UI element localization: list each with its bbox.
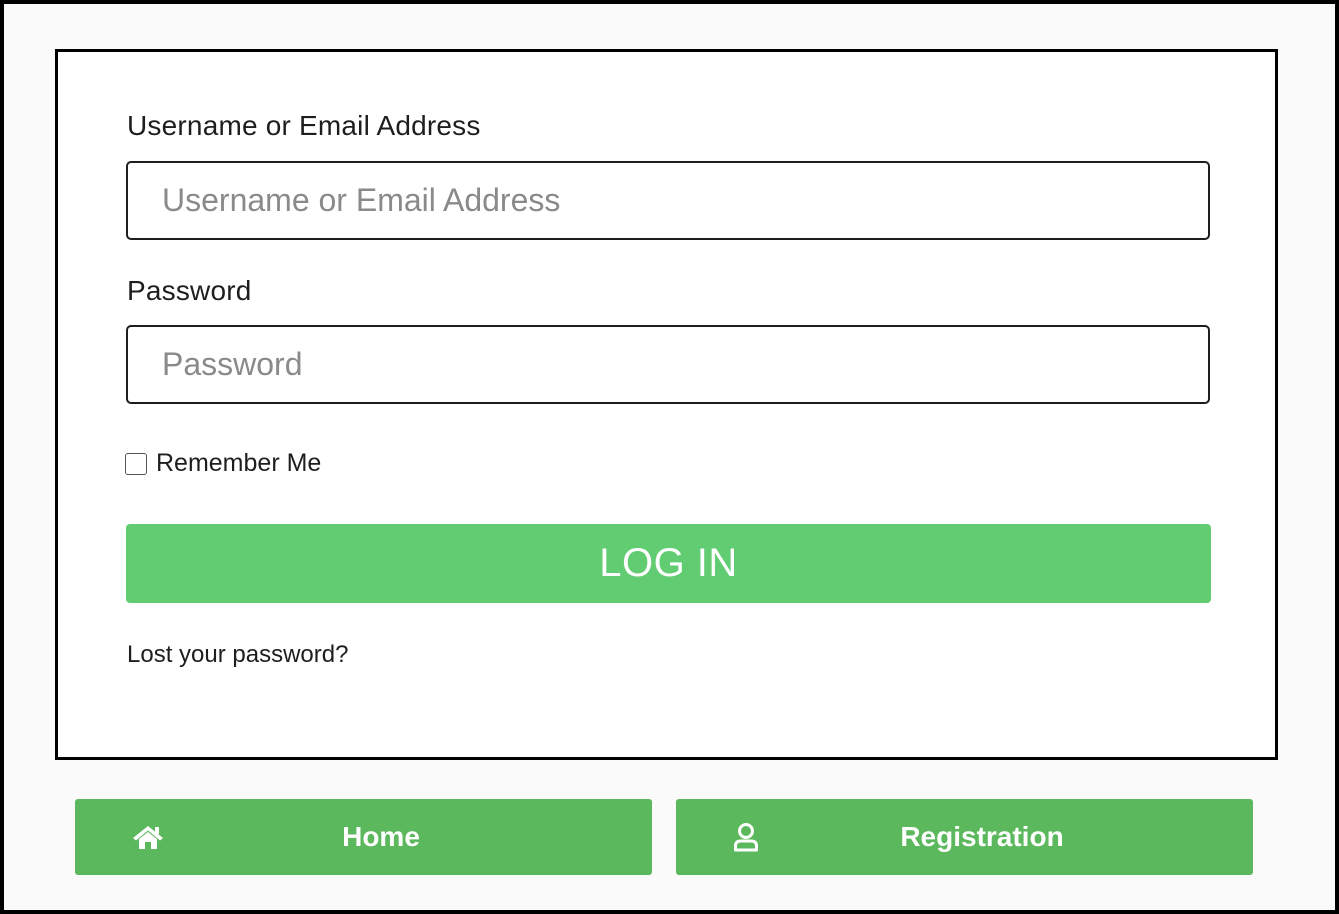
password-input[interactable] xyxy=(126,325,1210,404)
user-icon xyxy=(733,822,759,852)
username-label: Username or Email Address xyxy=(127,110,481,141)
username-input[interactable] xyxy=(126,161,1210,240)
registration-button[interactable]: Registration xyxy=(676,799,1253,875)
login-button-label: LOG IN xyxy=(599,541,738,585)
home-icon xyxy=(132,824,164,850)
remember-me[interactable]: Remember Me xyxy=(125,449,321,478)
remember-me-label: Remember Me xyxy=(156,449,322,477)
login-form: Username or Email Address Password Remem… xyxy=(55,49,1278,760)
login-button[interactable]: LOG IN xyxy=(126,524,1211,603)
lost-password-link[interactable]: Lost your password? xyxy=(127,641,348,669)
remember-me-checkbox[interactable] xyxy=(125,452,147,475)
home-button[interactable]: Home xyxy=(75,799,652,875)
registration-button-label: Registration xyxy=(900,821,1064,852)
home-button-label: Home xyxy=(342,821,420,852)
password-label: Password xyxy=(127,275,252,306)
page-frame: Username or Email Address Password Remem… xyxy=(0,0,1339,914)
